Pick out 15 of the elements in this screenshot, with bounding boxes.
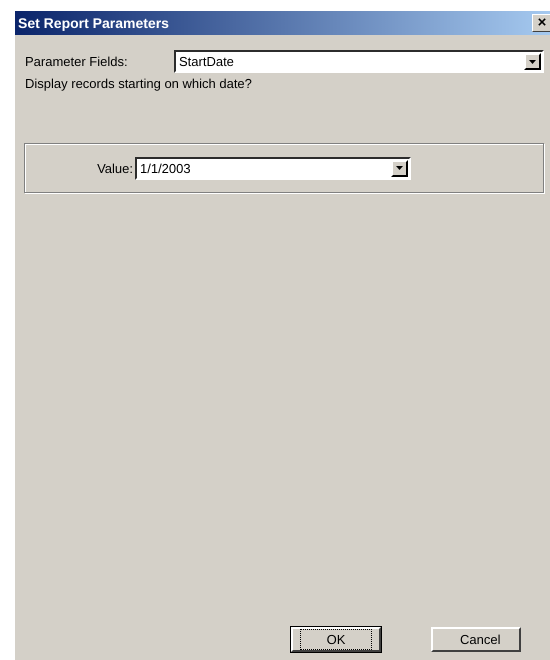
value-label: Value: bbox=[96, 160, 133, 176]
prompt-text: Display records starting on which date? bbox=[25, 76, 253, 91]
value-dropdown[interactable]: 1/1/2003 bbox=[135, 156, 411, 180]
caret-icon bbox=[529, 60, 536, 64]
parameter-dropdown[interactable]: StartDate bbox=[174, 50, 544, 73]
caret-icon bbox=[396, 166, 403, 170]
dialog-button[interactable]: Cancel bbox=[431, 627, 521, 652]
window-title: Set Report Parameters bbox=[18, 15, 169, 31]
dialog-button[interactable]: OK bbox=[291, 627, 381, 652]
field-label: Parameter Fields: bbox=[25, 54, 128, 69]
dropdown-button[interactable] bbox=[524, 53, 541, 70]
combo-input[interactable]: StartDate bbox=[176, 54, 524, 69]
combo-input[interactable]: 1/1/2003 bbox=[137, 160, 391, 176]
dropdown-button[interactable] bbox=[391, 160, 408, 176]
close-button[interactable]: × bbox=[532, 14, 550, 32]
